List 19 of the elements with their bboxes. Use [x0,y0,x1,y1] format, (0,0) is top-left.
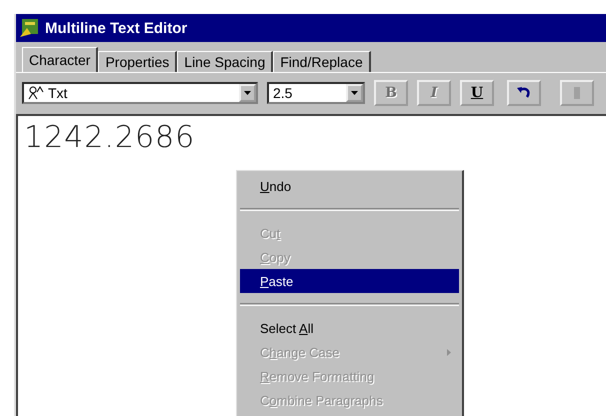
undo-button[interactable] [507,80,541,106]
menu-item[interactable]: Paste [240,269,459,293]
underline-button[interactable]: U [460,80,494,106]
font-name: Txt [48,84,68,100]
window-title: Multiline Text Editor [45,20,188,36]
menu-item[interactable]: Select All [240,316,459,340]
app-icon [19,18,41,38]
tab[interactable]: Find/Replace [273,51,371,72]
tab[interactable]: Line Spacing [177,51,274,72]
font-dropdown[interactable]: Txt [22,82,258,104]
editor-text: 1242.2686 [24,120,196,155]
font-size: 2.5 [273,84,292,100]
undo-icon [516,86,532,100]
menu-item[interactable]: Undo [240,174,459,198]
font-icon [28,86,44,100]
tab[interactable]: Character [22,47,98,73]
tab[interactable]: Properties [98,51,178,72]
submenu-arrow-icon [447,348,451,356]
size-dropdown[interactable]: 2.5 [267,82,365,104]
